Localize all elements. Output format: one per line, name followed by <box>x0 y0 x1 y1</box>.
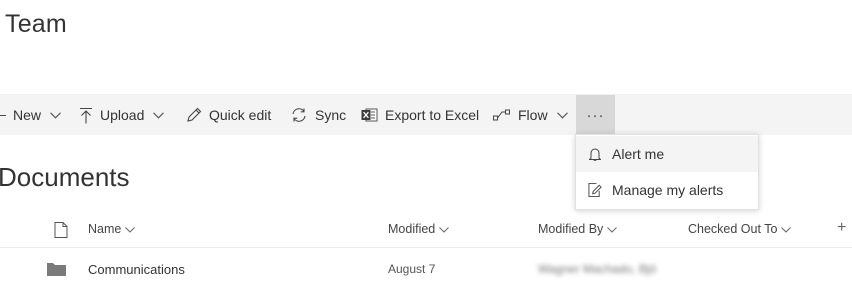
upload-icon <box>79 107 93 124</box>
row-modified: August 7 <box>388 262 436 276</box>
upload-button-label: Upload <box>100 107 145 123</box>
more-options-menu: Alert me Manage my alerts <box>575 134 759 210</box>
quick-edit-button-label: Quick edit <box>209 107 272 123</box>
export-to-excel-label: Export to Excel <box>385 107 480 123</box>
library-title: Documents <box>0 162 130 192</box>
chevron-down-icon <box>777 222 792 236</box>
upload-button[interactable]: Upload <box>79 95 165 135</box>
file-type-column-header[interactable] <box>50 222 68 241</box>
excel-icon <box>361 107 378 123</box>
plus-icon <box>0 115 6 116</box>
row-modified-by: Wagner Machado, Bjö <box>538 262 657 276</box>
row-name[interactable]: Communications <box>88 262 185 277</box>
chevron-down-icon <box>556 111 568 119</box>
add-column-button[interactable]: + <box>837 219 846 237</box>
export-to-excel-button[interactable]: Export to Excel <box>361 95 479 135</box>
menu-item-label: Alert me <box>612 146 665 162</box>
flow-button[interactable]: Flow <box>493 95 568 135</box>
column-header-label: Checked Out To <box>688 222 778 236</box>
menu-item-alert-me[interactable]: Alert me <box>576 136 758 172</box>
folder-icon <box>47 262 66 281</box>
chevron-down-icon <box>153 111 165 119</box>
command-bar: New Upload Quick edit Sync Export to Exc… <box>0 94 852 135</box>
chevron-down-icon <box>50 111 61 119</box>
column-header-label: Name <box>88 222 122 236</box>
sync-icon <box>290 107 308 123</box>
chevron-down-icon <box>435 222 450 236</box>
column-header-modified-by[interactable]: Modified By <box>538 222 618 236</box>
more-icon: ··· <box>586 106 605 124</box>
document-icon <box>50 222 68 241</box>
flow-button-label: Flow <box>518 107 548 123</box>
chevron-down-icon <box>603 222 618 236</box>
new-button-label: New <box>13 107 42 123</box>
flow-icon <box>493 109 511 121</box>
quick-edit-button[interactable]: Quick edit <box>186 95 271 135</box>
menu-item-label: Manage my alerts <box>612 182 724 198</box>
column-header-label: Modified By <box>538 222 604 236</box>
column-header-modified[interactable]: Modified <box>388 222 450 236</box>
column-header-checked-out-to[interactable]: Checked Out To <box>688 222 792 236</box>
table-row[interactable]: Communications August 7 Wagner Machado, … <box>0 248 852 290</box>
menu-item-manage-my-alerts[interactable]: Manage my alerts <box>576 172 758 208</box>
chevron-down-icon <box>121 222 136 236</box>
new-button[interactable]: New <box>0 95 61 135</box>
sync-button[interactable]: Sync <box>290 95 346 135</box>
pencil-icon <box>186 107 202 123</box>
column-header-label: Modified <box>388 222 436 236</box>
column-header-name[interactable]: Name <box>88 222 136 236</box>
site-title: Team <box>5 10 67 38</box>
more-options-button[interactable]: ··· <box>576 95 615 135</box>
sync-button-label: Sync <box>315 107 347 123</box>
edit-alerts-icon <box>588 182 602 198</box>
bell-icon <box>588 146 602 162</box>
